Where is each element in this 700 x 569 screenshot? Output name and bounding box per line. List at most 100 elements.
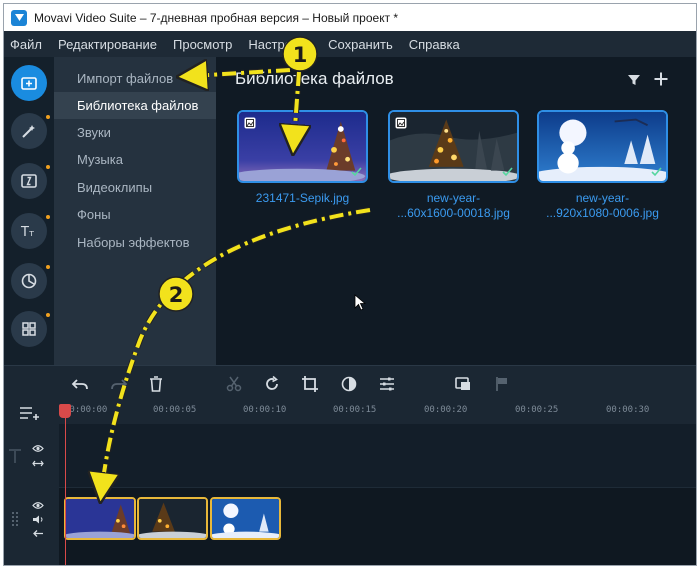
media-thumbnail[interactable] <box>237 110 368 183</box>
import-icon <box>21 77 37 90</box>
add-icon[interactable] <box>653 71 669 87</box>
category-file-library[interactable]: Библиотека файлов <box>54 92 216 119</box>
eye-icon[interactable] <box>32 444 44 453</box>
new-badge-dot <box>46 313 50 317</box>
titles-button[interactable]: Tт <box>11 213 47 249</box>
file-name-line2: ...920x1080-0006.jpg <box>546 206 659 220</box>
file-name: new-year- ...60x1600-00018.jpg <box>388 191 519 221</box>
menu-edit[interactable]: Редактирование <box>58 37 157 52</box>
category-music[interactable]: Музыка <box>54 146 216 173</box>
category-sounds[interactable]: Звуки <box>54 119 216 146</box>
ruler-label: 00:00:30 <box>606 405 650 415</box>
new-badge-dot <box>46 215 50 219</box>
image-type-icon <box>244 117 256 129</box>
track-headers <box>4 424 59 565</box>
import-button[interactable] <box>11 65 47 101</box>
marker-button[interactable] <box>493 375 511 393</box>
cut-button[interactable] <box>225 375 243 393</box>
menu-view[interactable]: Просмотр <box>173 37 232 52</box>
ruler-label: 00:00:05 <box>153 405 197 415</box>
new-badge-dot <box>46 265 50 269</box>
christmas-tree-image <box>239 112 366 181</box>
timeline-clip[interactable] <box>137 497 208 540</box>
app-window: Movavi Video Suite – 7-дневная пробная в… <box>3 3 697 566</box>
clip-thumbnail <box>212 499 279 538</box>
rotate-button[interactable] <box>263 375 281 393</box>
library-title: Библиотека файлов <box>235 69 394 88</box>
menu-bar: Файл Редактирование Просмотр Настройки С… <box>4 31 696 57</box>
snowman-image <box>539 112 666 181</box>
media-thumbnail[interactable] <box>537 110 668 183</box>
category-import-files[interactable]: Импорт файлов <box>54 65 216 92</box>
video-track[interactable] <box>59 490 696 540</box>
crop-button[interactable] <box>301 375 319 393</box>
menu-file-label: Файл <box>10 36 42 52</box>
file-name-line2: ...60x1600-00018.jpg <box>397 206 510 220</box>
tool-rail: Tт <box>4 57 54 365</box>
file-name-line1: new-year- <box>426 191 481 205</box>
undo-icon <box>71 379 88 390</box>
overlay-button[interactable] <box>454 375 472 393</box>
transitions-icon <box>21 174 37 188</box>
overlay-icon <box>455 377 470 390</box>
ruler-label: 00:00:15 <box>333 405 377 415</box>
add-track-icon[interactable] <box>19 405 41 421</box>
arrow-left-icon[interactable] <box>32 529 44 538</box>
filter-icon[interactable] <box>627 73 641 87</box>
menu-settings[interactable]: Настройки <box>248 37 312 52</box>
transitions-button[interactable] <box>11 163 47 199</box>
menu-save-label: Сохранить <box>328 36 393 52</box>
delete-button[interactable] <box>147 375 165 393</box>
svg-text:т: т <box>29 229 34 239</box>
more-tools-icon <box>22 322 36 336</box>
timeline-ruler[interactable]: 00:00:00 00:00:05 00:00:10 00:00:15 00:0… <box>4 402 696 424</box>
clip-thumbnail <box>139 499 206 538</box>
ruler-label: 00:00:10 <box>243 405 287 415</box>
titles-icon: Tт <box>20 225 34 240</box>
menu-file[interactable]: Файл <box>10 37 42 52</box>
timeline-clip[interactable] <box>210 497 281 540</box>
file-name: new-year- ...920x1080-0006.jpg <box>537 191 668 221</box>
properties-icon <box>380 377 394 391</box>
category-video-clips[interactable]: Видеоклипы <box>54 174 216 201</box>
more-tools-button[interactable] <box>11 311 47 347</box>
title-bar: Movavi Video Suite – 7-дневная пробная в… <box>4 4 696 31</box>
category-backgrounds[interactable]: Фоны <box>54 201 216 228</box>
file-name-line1: 231471-Sepik.jpg <box>255 191 350 205</box>
ruler-label: 00:00:25 <box>515 405 559 415</box>
color-adjust-button[interactable] <box>340 375 358 393</box>
title-track[interactable] <box>59 424 696 488</box>
window-title: Movavi Video Suite – 7-дневная пробная в… <box>34 10 399 25</box>
menu-edit-label: Редактирование <box>57 36 157 52</box>
menu-help[interactable]: Справка <box>409 37 460 52</box>
menu-save[interactable]: Сохранить <box>328 37 393 52</box>
clip-thumbnail <box>66 499 134 538</box>
volume-icon[interactable] <box>32 515 44 524</box>
menu-settings-label: Настройки <box>248 36 313 52</box>
link-icon[interactable] <box>32 459 44 468</box>
night-tree-image <box>390 112 517 181</box>
file-library: Библиотека файлов 231471-Sepik.jpg new-y… <box>216 57 696 365</box>
delete-icon <box>150 376 162 392</box>
properties-button[interactable] <box>378 375 396 393</box>
stickers-icon <box>21 273 37 289</box>
checkmark-icon <box>651 167 662 177</box>
drag-handle-icon[interactable] <box>12 512 18 526</box>
mouse-cursor-icon <box>354 294 366 311</box>
magic-wand-icon <box>22 125 35 138</box>
file-name-line1: new-year- <box>575 191 630 205</box>
undo-button[interactable] <box>71 375 89 393</box>
redo-button[interactable] <box>110 375 128 393</box>
edit-toolbar <box>4 365 696 402</box>
filters-button[interactable] <box>11 113 47 149</box>
title-track-icon <box>9 449 21 463</box>
new-badge-dot <box>46 165 50 169</box>
timeline-clip[interactable] <box>64 497 136 540</box>
stickers-button[interactable] <box>11 263 47 299</box>
timeline-tracks <box>59 424 696 565</box>
menu-view-label: Просмотр <box>173 36 233 52</box>
media-thumbnail[interactable] <box>388 110 519 183</box>
eye-icon[interactable] <box>32 501 44 510</box>
category-effect-packs[interactable]: Наборы эффектов <box>54 229 216 256</box>
image-type-icon <box>395 117 407 129</box>
